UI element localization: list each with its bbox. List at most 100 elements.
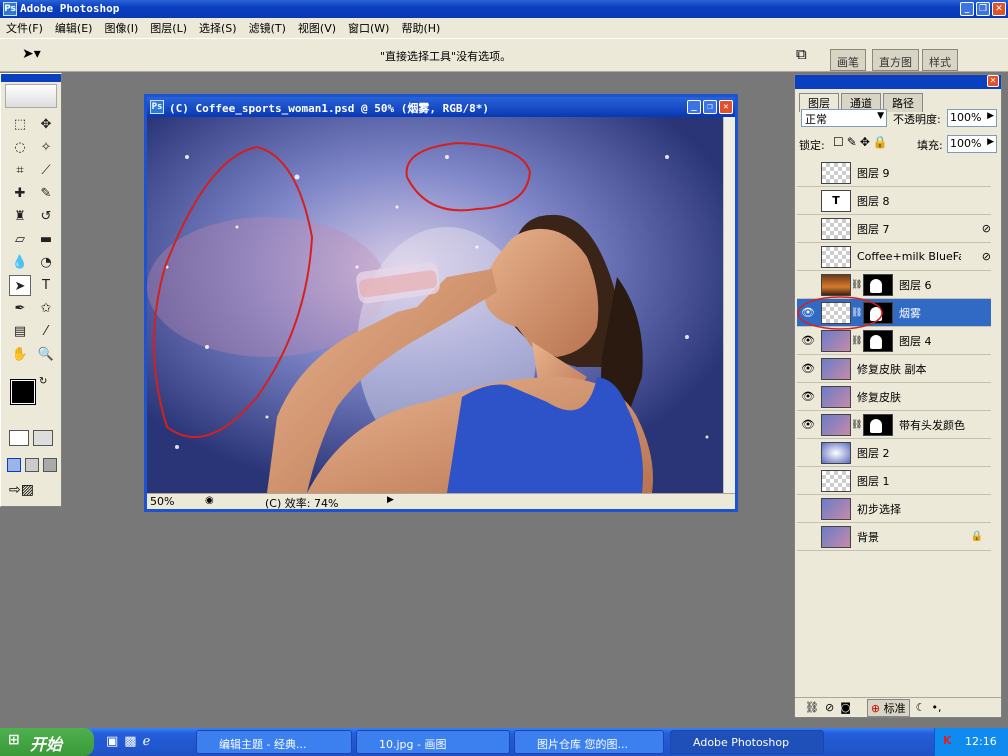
notes-tool-icon[interactable]: ▤ xyxy=(9,321,31,342)
add-mask-icon[interactable]: ◙ xyxy=(840,701,851,714)
layer-row[interactable]: Coffee+milk BlueFa... ⊘ xyxy=(797,243,991,271)
gradient-tool-icon[interactable]: ▬ xyxy=(35,229,57,250)
menu-window[interactable]: 窗口(W) xyxy=(342,20,395,36)
link-layers-icon[interactable]: ⛓ xyxy=(805,701,819,714)
taskbar-button[interactable]: 图片仓库 您的图... xyxy=(514,730,664,754)
history-brush-icon[interactable]: ↺ xyxy=(35,206,57,227)
doc-close-button[interactable]: ✕ xyxy=(719,100,733,114)
marquee-tool-icon[interactable]: ⬚ xyxy=(9,114,31,135)
eyedropper-icon[interactable]: ⁄ xyxy=(35,321,57,342)
layers-panel-header[interactable]: ✕ xyxy=(795,75,1001,89)
chain-link-icon[interactable]: ⛓ xyxy=(851,336,862,346)
crop-tool-icon[interactable]: ⌗ xyxy=(9,160,31,181)
feather-logo[interactable] xyxy=(5,84,57,108)
layer-row[interactable]: 背景 🔒 xyxy=(797,523,991,551)
palette-tab-brushes[interactable]: 画笔 xyxy=(830,49,866,71)
start-button[interactable]: ⊞ 开始 xyxy=(0,728,94,756)
moon-icon[interactable]: ☾ xyxy=(916,701,926,714)
brush-tool-icon[interactable]: ✎ xyxy=(35,183,57,204)
layer-style-icon[interactable]: ⊘ xyxy=(982,222,991,235)
jump-to-imageready-icon[interactable]: ⇨▨ xyxy=(9,482,34,498)
eye-icon[interactable]: 👁 xyxy=(797,418,819,431)
tab-paths[interactable]: 路径 xyxy=(883,93,923,112)
palette-tab-styles[interactable]: 样式 xyxy=(922,49,958,71)
toolbox-header[interactable] xyxy=(1,74,61,82)
eye-icon[interactable]: 👁 xyxy=(797,362,819,375)
layer-mask-thumbnail[interactable] xyxy=(863,413,893,436)
dodge-tool-icon[interactable]: ◔ xyxy=(35,252,57,273)
menu-edit[interactable]: 编辑(E) xyxy=(49,20,99,36)
menu-select[interactable]: 选择(S) xyxy=(193,20,243,36)
image-canvas[interactable] xyxy=(147,117,723,493)
direct-select-tool-icon[interactable]: ➤▾ xyxy=(22,46,41,62)
eye-icon[interactable]: 👁 xyxy=(797,390,819,403)
lasso-tool-icon[interactable]: ◌ xyxy=(9,137,31,158)
layer-row[interactable]: 图层 9 xyxy=(797,159,991,187)
quick-mask-icon[interactable] xyxy=(33,430,53,446)
move-tool-icon[interactable]: ✥ xyxy=(35,114,57,135)
close-button[interactable]: ✕ xyxy=(992,2,1006,16)
file-browser-icon[interactable]: ⧉ xyxy=(796,45,807,63)
screen-mode-standard-icon[interactable] xyxy=(7,458,21,472)
layer-row[interactable]: 图层 1 xyxy=(797,467,991,495)
menu-filter[interactable]: 滤镜(T) xyxy=(243,20,292,36)
layer-row[interactable]: T 图层 8 xyxy=(797,187,991,215)
panel-close-button[interactable]: ✕ xyxy=(987,75,999,87)
lock-icons[interactable]: ☐✎✥🔒 xyxy=(833,135,891,149)
status-arrow-icon[interactable]: ▶ xyxy=(387,495,394,505)
screen-mode-full-icon[interactable] xyxy=(43,458,57,472)
layer-row[interactable]: 👁 修复皮肤 xyxy=(797,383,991,411)
menu-view[interactable]: 视图(V) xyxy=(292,20,342,36)
zoom-tool-icon[interactable]: 🔍 xyxy=(35,344,57,365)
slice-tool-icon[interactable]: ⟋ xyxy=(35,160,57,181)
eye-icon[interactable]: 👁 xyxy=(797,334,819,347)
antivirus-icon[interactable]: K xyxy=(943,734,952,747)
standard-mode-icon[interactable] xyxy=(9,430,29,446)
add-style-icon[interactable]: ⊘ xyxy=(825,701,834,714)
doc-minimize-button[interactable]: _ xyxy=(687,100,701,114)
menu-layer[interactable]: 图层(L) xyxy=(144,20,193,36)
screen-mode-full-menu-icon[interactable] xyxy=(25,458,39,472)
magic-wand-icon[interactable]: ✧ xyxy=(35,137,57,158)
fill-field[interactable]: 100% ▶ xyxy=(947,135,997,153)
palette-tab-histogram[interactable]: 直方图 xyxy=(872,49,919,71)
opacity-arrow-icon[interactable]: ▶ xyxy=(987,111,994,121)
pen-tool-icon[interactable]: ✒ xyxy=(9,298,31,319)
input-method-indicator[interactable]: ⊕ 标准 xyxy=(866,698,910,717)
blur-tool-icon[interactable]: 💧 xyxy=(9,252,31,273)
vertical-scrollbar[interactable] xyxy=(723,117,735,493)
punctuation-icon[interactable]: •, xyxy=(931,701,941,714)
foreground-color-swatch[interactable] xyxy=(10,379,36,405)
clone-stamp-icon[interactable]: ♜ xyxy=(9,206,31,227)
taskbar-button[interactable]: 编辑主题 - 经典... xyxy=(196,730,352,754)
zoom-level[interactable]: 50% xyxy=(150,495,174,508)
opacity-field[interactable]: 100% ▶ xyxy=(947,109,997,127)
layer-row[interactable]: 图层 7 ⊘ xyxy=(797,215,991,243)
quick-launch-icons[interactable]: ▣▩ℯ xyxy=(106,734,156,749)
document-title-bar[interactable]: Ps (C) Coffee_sports_woman1.psd @ 50% (烟… xyxy=(147,97,735,117)
layer-row[interactable]: 👁 ⛓ 带有头发颜色 xyxy=(797,411,991,439)
menu-help[interactable]: 帮助(H) xyxy=(395,20,446,36)
doc-restore-button[interactable]: ❐ xyxy=(703,100,717,114)
layer-style-icon[interactable]: ⊘ xyxy=(982,250,991,263)
fill-arrow-icon[interactable]: ▶ xyxy=(987,137,994,147)
layer-row[interactable]: 👁 修复皮肤 副本 xyxy=(797,355,991,383)
menu-image[interactable]: 图像(I) xyxy=(98,20,144,36)
taskbar-button-active[interactable]: Adobe Photoshop xyxy=(670,730,824,754)
swap-colors-icon[interactable]: ↻ xyxy=(39,376,47,387)
taskbar-button[interactable]: 10.jpg - 画图 xyxy=(356,730,510,754)
healing-brush-icon[interactable]: ✚ xyxy=(9,183,31,204)
type-tool-icon[interactable]: T xyxy=(35,275,57,296)
clock[interactable]: 12:16 xyxy=(965,735,997,748)
status-menu-icon[interactable]: ◉ xyxy=(205,495,214,506)
layer-row[interactable]: 图层 2 xyxy=(797,439,991,467)
eraser-tool-icon[interactable]: ▱ xyxy=(9,229,31,250)
layer-row[interactable]: 初步选择 xyxy=(797,495,991,523)
chain-link-icon[interactable]: ⛓ xyxy=(851,420,862,430)
chain-link-icon[interactable]: ⛓ xyxy=(851,280,862,290)
hand-tool-icon[interactable]: ✋ xyxy=(9,344,31,365)
blend-mode-select[interactable]: 正常 ▼ xyxy=(801,109,887,127)
menu-file[interactable]: 文件(F) xyxy=(0,20,49,36)
path-select-tool-icon[interactable]: ➤ xyxy=(9,275,31,296)
minimize-button[interactable]: _ xyxy=(960,2,974,16)
